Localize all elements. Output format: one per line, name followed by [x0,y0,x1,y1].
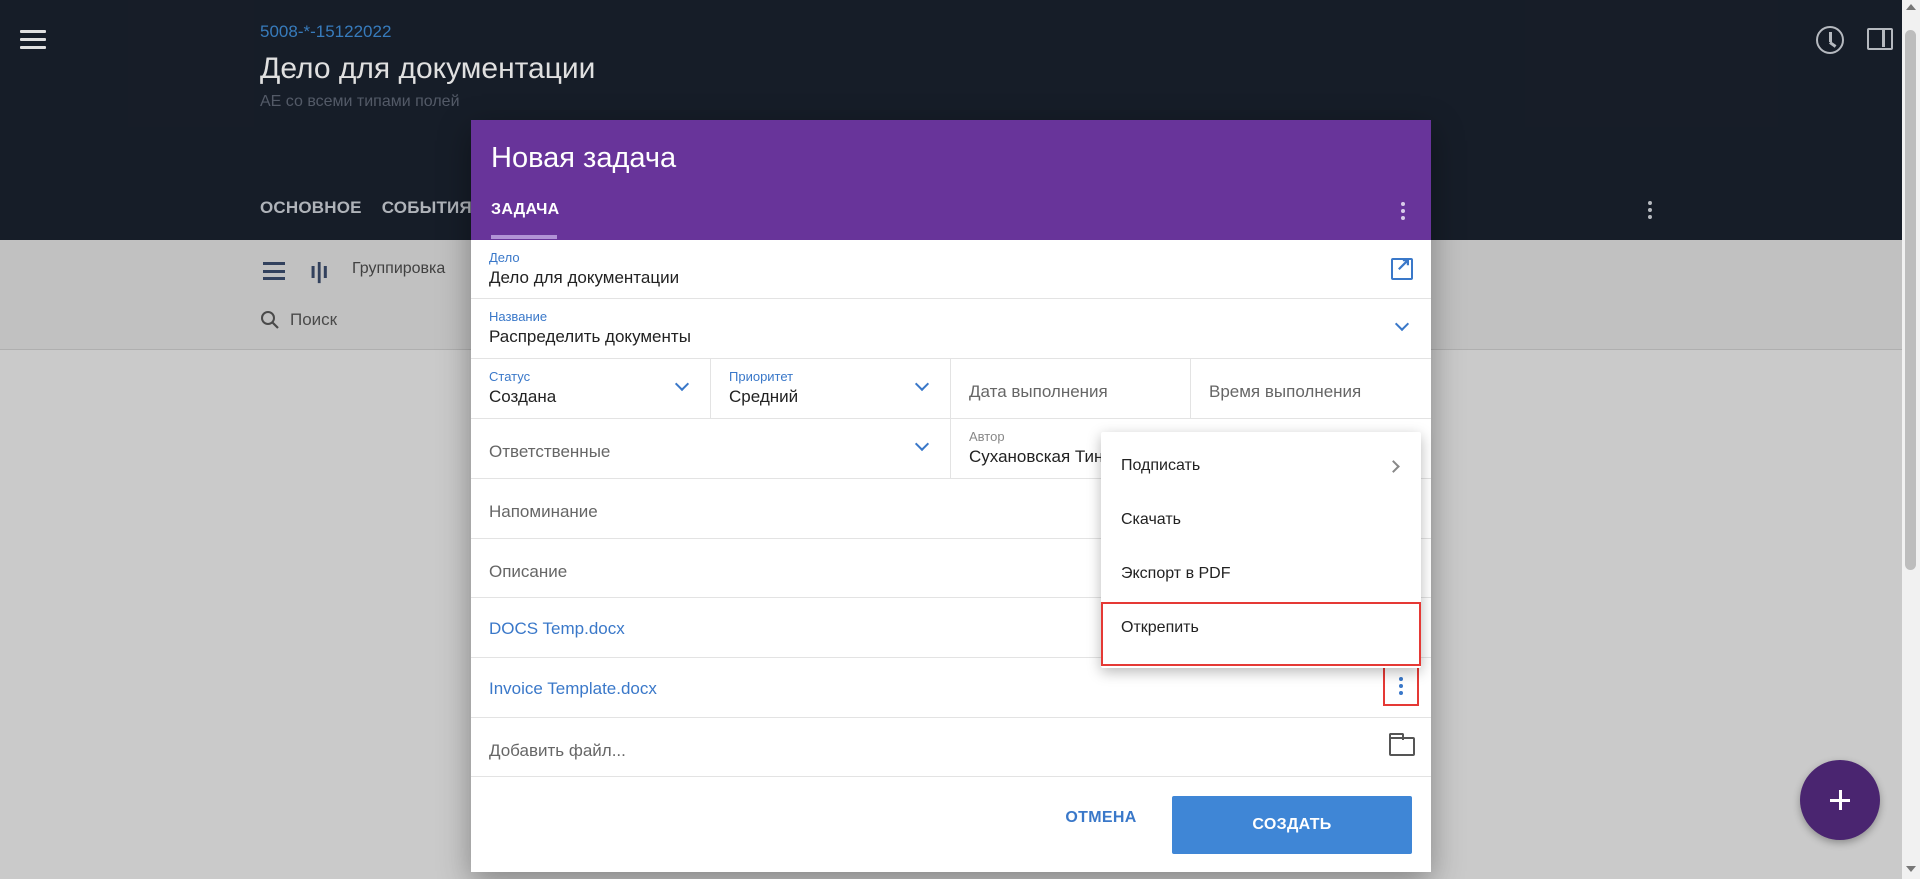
menu-item-label: Скачать [1121,511,1181,528]
menu-item-sign[interactable]: Подписать [1101,440,1421,494]
chevron-down-icon[interactable] [674,376,690,392]
priority-field-label: Приоритет [729,369,794,384]
folder-icon[interactable] [1388,733,1415,756]
scroll-down-arrow-icon[interactable] [1906,866,1916,872]
dialog-header: Новая задача ЗАДАЧА [471,120,1431,240]
chevron-down-icon[interactable] [914,436,930,452]
menu-item-label: Экспорт в PDF [1121,565,1231,582]
menu-item-label: Открепить [1121,619,1199,636]
chevron-right-icon [1387,460,1400,473]
reminder-placeholder: Напоминание [489,502,598,521]
case-field[interactable]: Дело Дело для документации [471,240,1431,299]
dialog-title: Новая задача [491,142,677,174]
priority-field[interactable]: Приоритет Средний [711,359,951,418]
author-field-label: Автор [969,429,1005,444]
chevron-down-icon[interactable] [1394,316,1410,332]
menu-item-label: Подписать [1121,457,1201,474]
priority-field-value: Средний [729,387,799,406]
status-row: Статус Создана Приоритет Средний Дата вы… [471,359,1431,419]
case-field-value: Дело для документации [489,268,680,287]
file-more-vert-icon[interactable] [1383,666,1419,706]
status-field[interactable]: Статус Создана [471,359,711,418]
add-fab-button[interactable] [1800,760,1880,840]
due-time-placeholder: Время выполнения [1209,382,1362,401]
scroll-up-arrow-icon[interactable] [1906,4,1916,10]
add-file-field[interactable]: Добавить файл... [471,718,1431,777]
add-file-placeholder: Добавить файл... [489,741,626,760]
due-date-field[interactable]: Дата выполнения [951,359,1191,418]
menu-item-download[interactable]: Скачать [1101,494,1421,548]
menu-item-export-pdf[interactable]: Экспорт в PDF [1101,548,1421,602]
name-field-value: Распределить документы [489,327,691,346]
attached-file-link[interactable]: Invoice Template.docx [489,679,657,699]
status-field-value: Создана [489,387,557,406]
cancel-button[interactable]: ОТМЕНА [1041,797,1161,839]
description-placeholder: Описание [489,562,568,581]
tab-task[interactable]: ЗАДАЧА [491,201,560,219]
assignees-field[interactable]: Ответственные [471,419,951,478]
assignees-placeholder: Ответственные [489,442,611,461]
due-time-field[interactable]: Время выполнения [1191,359,1431,418]
scrollbar-thumb[interactable] [1905,30,1916,570]
name-field-label: Название [489,309,548,324]
open-in-new-icon[interactable] [1391,254,1413,280]
menu-item-detach[interactable]: Открепить [1101,602,1421,666]
case-field-label: Дело [489,250,520,265]
chevron-down-icon[interactable] [914,376,930,392]
status-field-label: Статус [489,369,531,384]
file-context-menu: Подписать Скачать Экспорт в PDF Открепит… [1101,432,1421,668]
author-field-value: Сухановская Тина [969,447,1113,466]
attached-file-link[interactable]: DOCS Temp.docx [489,619,625,639]
name-field[interactable]: Название Распределить документы [471,299,1431,359]
create-button[interactable]: СОЗДАТЬ [1172,796,1412,854]
due-date-placeholder: Дата выполнения [969,382,1108,401]
active-tab-indicator [491,235,557,239]
dialog-more-vert-icon[interactable] [1393,198,1413,224]
